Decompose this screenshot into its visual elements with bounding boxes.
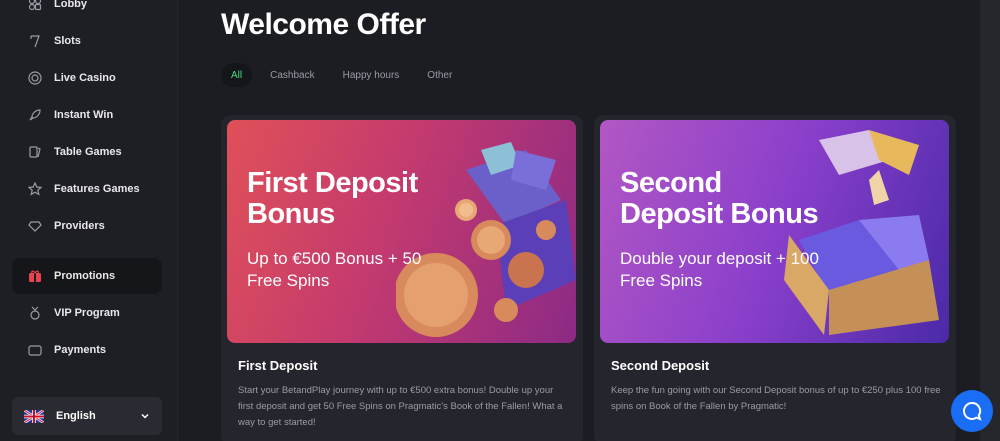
- card-title: Second Deposit: [611, 358, 710, 373]
- sidebar-item-label: Payments: [54, 344, 106, 356]
- wallet-icon: [28, 343, 42, 357]
- main-content: Welcome Offer All Cashback Happy hours O…: [179, 0, 980, 441]
- promo-banner[interactable]: First Deposit Bonus Up to €500 Bonus + 5…: [227, 120, 576, 343]
- language-selector[interactable]: English: [12, 397, 162, 435]
- sidebar: Lobby Slots Live Casino Instant Win Tabl…: [0, 0, 178, 441]
- sidebar-item-vip-program[interactable]: VIP Program: [12, 295, 162, 331]
- live-casino-icon: [28, 71, 42, 85]
- lobby-icon: [28, 0, 42, 11]
- chat-button[interactable]: [951, 390, 993, 432]
- language-label: English: [56, 410, 96, 422]
- sidebar-item-payments[interactable]: Payments: [12, 332, 162, 368]
- diamond-icon: [28, 219, 42, 233]
- promo-card-second-deposit[interactable]: Second Deposit Bonus Double your deposit…: [594, 115, 956, 441]
- sidebar-item-lobby[interactable]: Lobby: [12, 0, 162, 22]
- sidebar-item-providers[interactable]: Providers: [12, 208, 162, 244]
- sidebar-item-label: Lobby: [54, 0, 87, 10]
- rocket-icon: [28, 108, 42, 122]
- tab-happy-hours[interactable]: Happy hours: [333, 63, 410, 87]
- sidebar-item-label: Instant Win: [54, 109, 114, 121]
- page-title: Welcome Offer: [221, 8, 426, 41]
- card-description: Start your BetandPlay journey with up to…: [238, 385, 563, 428]
- banner-title: Second Deposit Bonus: [620, 167, 819, 230]
- sidebar-item-features-games[interactable]: Features Games: [12, 171, 162, 207]
- sidebar-item-label: VIP Program: [54, 307, 120, 319]
- gift-box-illustration: [784, 130, 939, 335]
- tab-other[interactable]: Other: [417, 63, 462, 87]
- sidebar-item-table-games[interactable]: Table Games: [12, 134, 162, 170]
- uk-flag-icon: [24, 409, 44, 423]
- tab-all[interactable]: All: [221, 63, 253, 87]
- sidebar-item-promotions[interactable]: Promotions: [12, 258, 162, 294]
- banner-subtitle: Double your deposit + 100 Free Spins: [620, 249, 819, 290]
- chevron-down-icon: [141, 413, 149, 419]
- sidebar-item-slots[interactable]: Slots: [12, 23, 162, 59]
- sidebar-item-live-casino[interactable]: Live Casino: [12, 60, 162, 96]
- tab-cashback[interactable]: Cashback: [260, 63, 324, 87]
- sidebar-item-label: Slots: [54, 35, 81, 47]
- banner-title: First Deposit Bonus: [247, 167, 418, 230]
- banner-subtitle: Up to €500 Bonus + 50 Free Spins: [247, 249, 422, 290]
- vip-icon: [28, 306, 42, 320]
- slots-icon: [28, 34, 42, 48]
- card-title: First Deposit: [238, 358, 318, 373]
- cards-icon: [28, 145, 42, 159]
- filter-tabs: All Cashback Happy hours Other: [221, 63, 462, 87]
- sidebar-item-label: Providers: [54, 220, 105, 232]
- sidebar-item-instant-win[interactable]: Instant Win: [12, 97, 162, 133]
- gift-icon: [28, 269, 42, 283]
- star-icon: [28, 182, 42, 196]
- promo-card-first-deposit[interactable]: First Deposit Bonus Up to €500 Bonus + 5…: [221, 115, 583, 441]
- gift-coins-illustration: [396, 142, 576, 337]
- sidebar-item-label: Features Games: [54, 183, 140, 195]
- promo-banner[interactable]: Second Deposit Bonus Double your deposit…: [600, 120, 949, 343]
- card-description: Keep the fun going with our Second Depos…: [611, 385, 941, 412]
- sidebar-item-label: Live Casino: [54, 72, 116, 84]
- sidebar-item-label: Promotions: [54, 270, 116, 282]
- chat-bubble-icon: [963, 401, 982, 421]
- scrollbar[interactable]: [980, 0, 1000, 441]
- sidebar-item-label: Table Games: [54, 146, 122, 158]
